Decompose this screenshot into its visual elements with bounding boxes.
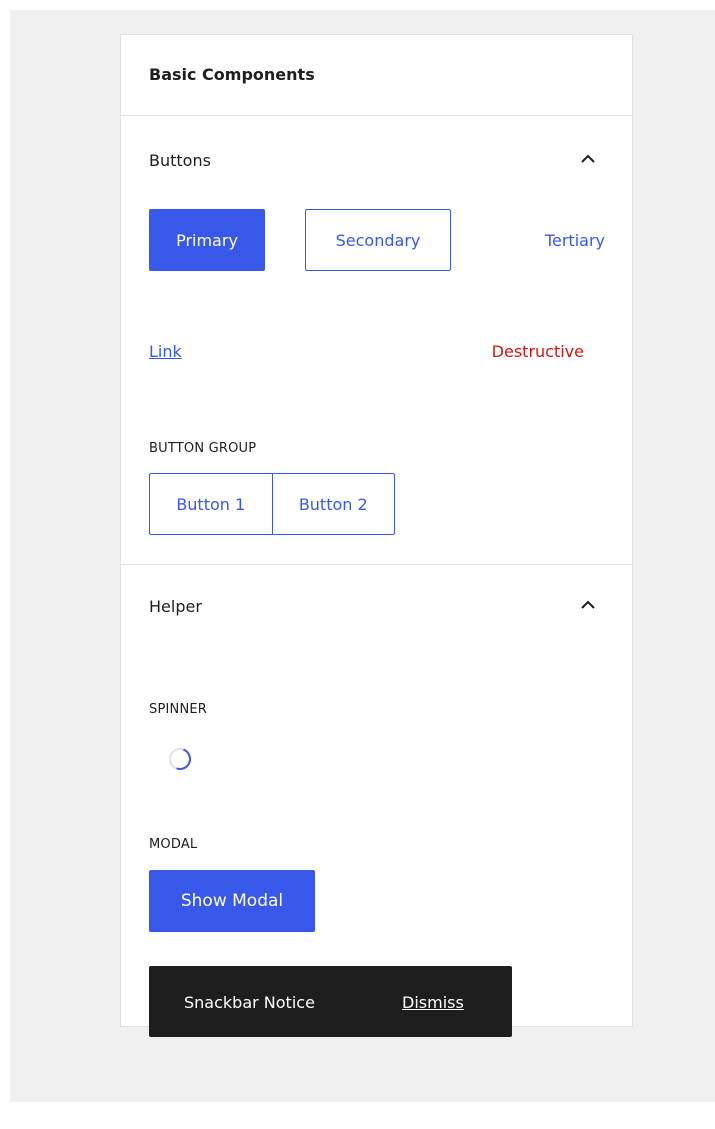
- button-group: Button 1 Button 2: [149, 473, 395, 535]
- chevron-up-icon[interactable]: [578, 149, 598, 169]
- secondary-button[interactable]: Secondary: [305, 209, 451, 271]
- link-button[interactable]: Link: [149, 342, 182, 362]
- helper-section: Helper SPINNER MODAL Show Modal Snackbar…: [121, 565, 632, 1037]
- snackbar-text: Snackbar Notice: [184, 993, 315, 1012]
- primary-button[interactable]: Primary: [149, 209, 265, 271]
- group-button-2[interactable]: Button 2: [271, 474, 395, 534]
- destructive-button[interactable]: Destructive: [492, 342, 584, 362]
- group-button-1[interactable]: Button 1: [150, 474, 272, 534]
- helper-section-title: Helper: [149, 597, 202, 616]
- snackbar-notice: Snackbar Notice Dismiss: [149, 966, 512, 1037]
- modal-label: MODAL: [149, 837, 198, 852]
- show-modal-button[interactable]: Show Modal: [149, 870, 315, 932]
- spinner-label: SPINNER: [149, 702, 208, 717]
- basic-components-panel: Basic Components Buttons Primary Seconda…: [120, 34, 633, 1037]
- buttons-section-title: Buttons: [149, 151, 211, 170]
- chevron-up-icon[interactable]: [578, 595, 598, 615]
- buttons-section: Buttons Primary Secondary Tertiary Link …: [121, 116, 632, 565]
- spinner-icon: [167, 746, 193, 772]
- button-group-label: BUTTON GROUP: [149, 441, 257, 456]
- tertiary-button[interactable]: Tertiary: [491, 209, 605, 271]
- panel-title: Basic Components: [149, 65, 315, 84]
- panel-header: Basic Components: [121, 35, 632, 116]
- snackbar-dismiss-button[interactable]: Dismiss: [402, 993, 464, 1013]
